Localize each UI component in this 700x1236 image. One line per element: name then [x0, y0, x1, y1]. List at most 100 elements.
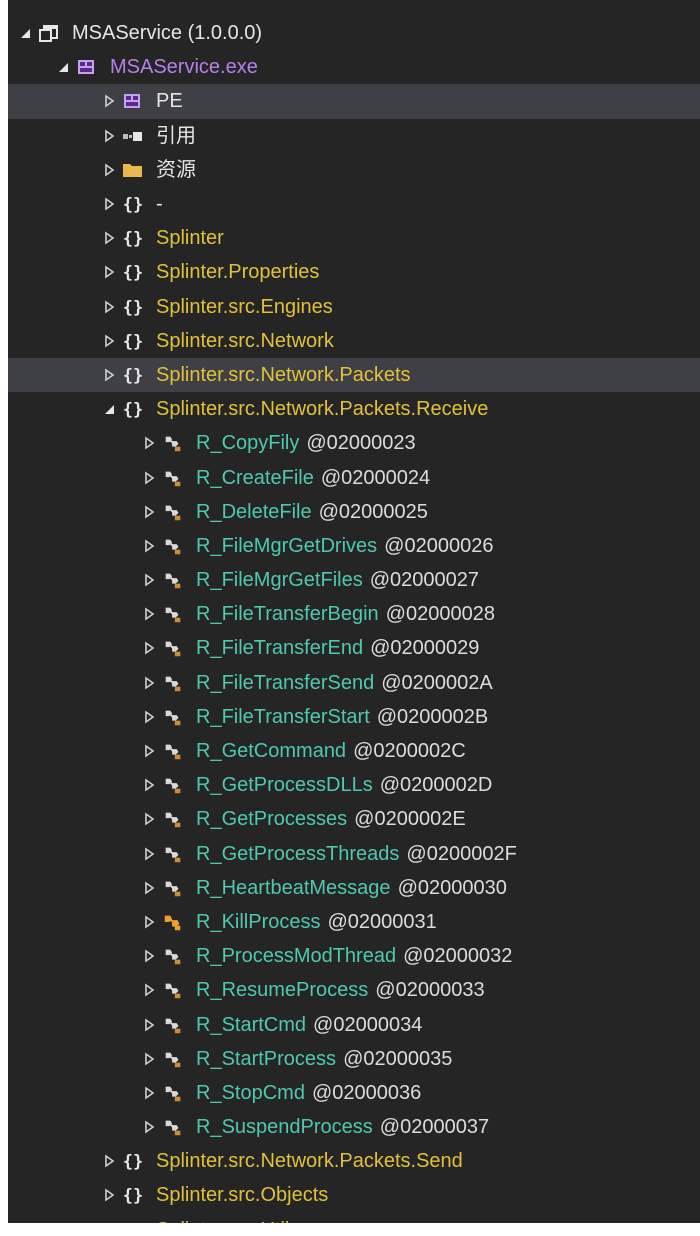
collapse-arrow-icon[interactable] [142, 468, 156, 488]
collapse-arrow-icon[interactable] [142, 844, 156, 864]
collapse-arrow-icon[interactable] [142, 707, 156, 727]
namespace-icon: {} [122, 399, 144, 419]
tree-node-class[interactable]: R_StartCmd @02000034 [8, 1007, 700, 1041]
collapse-arrow-icon[interactable] [142, 536, 156, 556]
class-token: @02000027 [369, 569, 479, 592]
collapse-arrow-icon[interactable] [102, 91, 116, 111]
svg-text:{}: {} [123, 195, 143, 214]
namespace-icon: {} [122, 228, 144, 248]
class-name: R_GetProcesses [196, 808, 348, 831]
tree-node-class[interactable]: R_StartProcess @02000035 [8, 1042, 700, 1076]
tree-node-class[interactable]: R_FileMgrGetFiles @02000027 [8, 563, 700, 597]
class-name: R_GetProcessThreads [196, 842, 400, 865]
tree-node-class[interactable]: R_CreateFile @02000024 [8, 460, 700, 494]
tree-node-class[interactable]: R_FileTransferStart @0200002B [8, 700, 700, 734]
collapse-arrow-icon[interactable] [142, 604, 156, 624]
tree-node-class[interactable]: R_GetProcessDLLs @0200002D [8, 768, 700, 802]
class-token: @02000029 [370, 637, 480, 660]
module-label: MSAService.exe [110, 56, 258, 79]
expanded-arrow-icon[interactable] [102, 399, 116, 419]
tree-node-class[interactable]: R_ResumeProcess @02000033 [8, 973, 700, 1007]
tree-node[interactable]: {} Splinter.src.Objects [8, 1178, 700, 1212]
tree-node-class[interactable]: R_FileTransferSend @0200002A [8, 666, 700, 700]
collapse-arrow-icon[interactable] [102, 1185, 116, 1205]
tree-node-assembly[interactable]: MSAService (1.0.0.0) [8, 16, 700, 50]
tree-node[interactable]: {} Splinter [8, 221, 700, 255]
tree-node[interactable]: PE [8, 84, 700, 119]
tree-node-class[interactable]: R_KillProcess @02000031 [8, 905, 700, 939]
tree-node-namespace-receive[interactable]: {} Splinter.src.Network.Packets.Receive [8, 392, 700, 426]
collapse-arrow-icon[interactable] [102, 160, 116, 180]
tree-node-class[interactable]: R_FileMgrGetDrives @02000026 [8, 529, 700, 563]
collapse-arrow-icon[interactable] [102, 1220, 116, 1223]
tree-node[interactable]: {} Splinter.src.Engines [8, 290, 700, 324]
tree-node-label: Splinter.src.Network.Packets.Send [156, 1150, 463, 1173]
collapse-arrow-icon[interactable] [142, 1083, 156, 1103]
collapse-arrow-icon[interactable] [102, 1151, 116, 1171]
svg-text:{}: {} [123, 1152, 143, 1171]
tree-node-class[interactable]: R_StopCmd @02000036 [8, 1076, 700, 1110]
class-token: @02000025 [318, 500, 428, 523]
class-name: R_GetCommand [196, 740, 347, 763]
namespace-icon: {} [122, 297, 144, 317]
assembly-explorer-tree[interactable]: MSAService (1.0.0.0) MSAService.exe PE 引用 资源… [8, 0, 700, 1223]
svg-text:{}: {} [123, 263, 143, 282]
tree-node[interactable]: {} Splinter.src.Network.Packets.Send [8, 1144, 700, 1178]
tree-node-class[interactable]: R_DeleteFile @02000025 [8, 495, 700, 529]
collapse-arrow-icon[interactable] [142, 946, 156, 966]
tree-node-class[interactable]: R_ProcessModThread @02000032 [8, 939, 700, 973]
collapse-arrow-icon[interactable] [142, 570, 156, 590]
tree-node-class[interactable]: R_FileTransferBegin @02000028 [8, 597, 700, 631]
collapse-arrow-icon[interactable] [142, 912, 156, 932]
tree-node[interactable]: 资源 [8, 153, 700, 187]
svg-text:{}: {} [123, 366, 143, 385]
collapse-arrow-icon[interactable] [102, 228, 116, 248]
tree-node[interactable]: {} Splinter.Properties [8, 255, 700, 289]
tree-node-label: Splinter.src.Network [156, 329, 334, 352]
collapse-arrow-icon[interactable] [102, 365, 116, 385]
class-name: R_DeleteFile [196, 500, 312, 523]
tree-node-module[interactable]: MSAService.exe [8, 50, 700, 84]
collapse-arrow-icon[interactable] [102, 194, 116, 214]
tree-node-class[interactable]: R_FileTransferEnd @02000029 [8, 631, 700, 665]
tree-node-class[interactable]: R_GetProcessThreads @0200002F [8, 837, 700, 871]
collapse-arrow-icon[interactable] [142, 1117, 156, 1137]
tree-node[interactable]: {} Splinter.src.Network [8, 324, 700, 358]
collapse-arrow-icon[interactable] [142, 1015, 156, 1035]
tree-node-class[interactable]: R_GetProcesses @0200002E [8, 802, 700, 836]
expanded-arrow-icon[interactable] [18, 23, 32, 43]
namespace-icon: {} [122, 1151, 144, 1171]
tree-node-class[interactable]: R_GetCommand @0200002C [8, 734, 700, 768]
class-token: @02000031 [327, 910, 437, 933]
collapse-arrow-icon[interactable] [142, 809, 156, 829]
collapse-arrow-icon[interactable] [142, 502, 156, 522]
assembly-icon [38, 23, 60, 43]
tree-node[interactable]: {} Splinter.src.Network.Packets [8, 357, 700, 393]
tree-node-class[interactable]: R_HeartbeatMessage @02000030 [8, 871, 700, 905]
collapse-arrow-icon[interactable] [142, 433, 156, 453]
collapse-arrow-icon[interactable] [102, 297, 116, 317]
tree-node-class[interactable]: R_SuspendProcess @02000037 [8, 1110, 700, 1144]
expanded-arrow-icon[interactable] [56, 57, 70, 77]
collapse-arrow-icon[interactable] [142, 878, 156, 898]
collapse-arrow-icon[interactable] [102, 262, 116, 282]
svg-text:{}: {} [123, 1221, 143, 1223]
collapse-arrow-icon[interactable] [102, 126, 116, 146]
class-icon [162, 570, 184, 590]
class-token: @02000028 [385, 603, 495, 626]
collapse-arrow-icon[interactable] [142, 673, 156, 693]
tree-node[interactable]: 引用 [8, 119, 700, 153]
collapse-arrow-icon[interactable] [142, 741, 156, 761]
tree-node-class[interactable]: R_CopyFily @02000023 [8, 426, 700, 460]
references-icon [122, 126, 144, 146]
collapse-arrow-icon[interactable] [102, 331, 116, 351]
collapse-arrow-icon[interactable] [142, 1049, 156, 1069]
collapse-arrow-icon[interactable] [142, 980, 156, 1000]
class-token: @02000032 [403, 945, 513, 968]
collapse-arrow-icon[interactable] [142, 638, 156, 658]
class-token: @02000035 [343, 1047, 453, 1070]
tree-node[interactable]: {} Splinter.src.Utils [8, 1213, 700, 1223]
collapse-arrow-icon[interactable] [142, 775, 156, 795]
tree-node[interactable]: {} - [8, 187, 700, 221]
tree-node-label: Splinter [156, 227, 224, 250]
